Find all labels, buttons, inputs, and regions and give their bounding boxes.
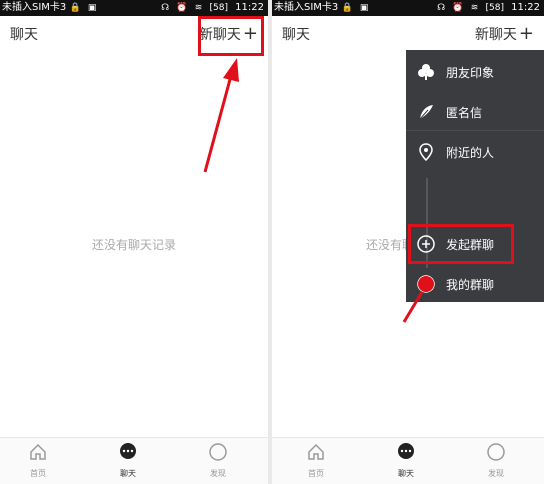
tab-chat[interactable]: 聊天 <box>376 442 436 479</box>
compass-icon <box>209 443 227 461</box>
tab-discover-label: 发现 <box>488 469 504 478</box>
tab-discover-label: 发现 <box>210 469 226 478</box>
screen-left: 未插入SIM卡3 🔒 ▣ ☊ ⏰ ≋ [58] 11:22 聊天 新聊天 + 还没… <box>0 0 268 484</box>
bottom-tab-bar: 首页 聊天 发现 <box>272 437 544 484</box>
chat-bubble-icon <box>398 443 414 459</box>
tab-home-label: 首页 <box>308 469 324 478</box>
tab-chat-label: 聊天 <box>398 469 414 478</box>
tab-home[interactable]: 首页 <box>286 442 346 479</box>
tab-home[interactable]: 首页 <box>8 442 68 479</box>
tab-discover[interactable]: 发现 <box>188 442 248 479</box>
tab-chat[interactable]: 聊天 <box>98 442 158 479</box>
tab-discover[interactable]: 发现 <box>466 442 526 479</box>
annotation-arrow <box>402 276 434 323</box>
tab-home-label: 首页 <box>30 469 46 478</box>
annotation-arrow <box>203 58 239 173</box>
bottom-tab-bar: 首页 聊天 发现 <box>0 437 268 484</box>
tab-chat-label: 聊天 <box>120 469 136 478</box>
screen-right: 未插入SIM卡3 🔒 ▣ ☊ ⏰ ≋ [58] 11:22 聊天 新聊天+ 还没… <box>272 0 544 484</box>
chat-bubble-icon <box>120 443 136 459</box>
home-icon <box>308 443 324 460</box>
home-icon <box>30 443 46 460</box>
compass-icon <box>487 443 505 461</box>
